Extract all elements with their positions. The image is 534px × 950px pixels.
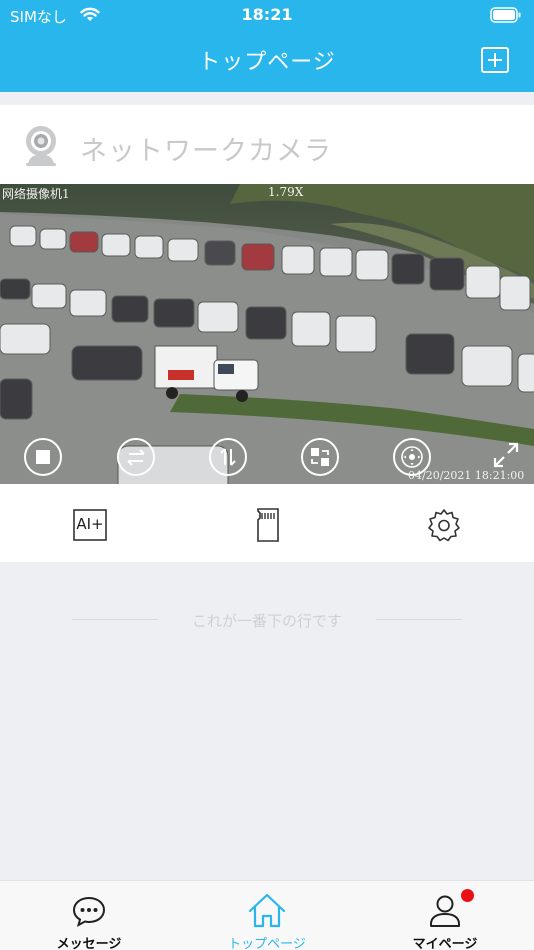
tab-label-messages: メッセージ — [56, 937, 122, 950]
home-icon — [248, 893, 286, 928]
camera-card: ネットワークカメラ 网络摄像机1 1.79X 04/20/2021 18:21:… — [0, 105, 534, 562]
stop-icon — [36, 450, 50, 464]
switch-view-icon — [311, 448, 329, 466]
video-controls — [0, 424, 534, 484]
camera-card-header[interactable]: ネットワークカメラ — [0, 105, 534, 184]
settings-button[interactable] — [426, 507, 462, 543]
gear-icon — [428, 509, 460, 542]
end-of-list-text: これが一番下の行です — [191, 612, 342, 630]
battery-icon — [490, 7, 521, 23]
switch-view-button[interactable] — [301, 438, 339, 476]
sd-card-icon — [257, 508, 279, 542]
tab-label-mypage: マイページ — [412, 937, 478, 950]
camera-actions: AI+ — [0, 484, 534, 562]
divider-left — [72, 619, 158, 620]
swap-vertical-icon — [220, 448, 236, 466]
status-bar: SIMなし 18:21 — [0, 0, 534, 30]
chat-bubble-icon — [72, 896, 106, 927]
status-time: 18:21 — [241, 5, 293, 24]
divider-right — [376, 619, 462, 620]
swap-horizontal-button[interactable] — [117, 438, 155, 476]
live-video[interactable]: 网络摄像机1 1.79X 04/20/2021 18:21:00 — [0, 184, 534, 484]
swap-vertical-button[interactable] — [209, 438, 247, 476]
tab-bar: メッセージ トップページ マイページ — [0, 880, 534, 950]
notification-badge — [461, 889, 474, 902]
stop-button[interactable] — [24, 438, 62, 476]
tab-home[interactable]: トップページ — [178, 881, 356, 950]
swap-horizontal-icon — [127, 449, 145, 466]
tab-label-home: トップページ — [228, 937, 306, 950]
tab-messages[interactable]: メッセージ — [0, 881, 178, 950]
webcam-icon — [26, 126, 56, 166]
ai-plus-label: AI+ — [76, 515, 104, 533]
end-of-list: これが一番下の行です — [0, 610, 534, 631]
ai-plus-button[interactable]: AI+ — [72, 507, 108, 543]
add-device-button[interactable] — [481, 47, 509, 73]
camera-overlay-label: 网络摄像机1 — [2, 187, 70, 201]
camera-name: ネットワークカメラ — [80, 136, 332, 167]
tab-mypage[interactable]: マイページ — [356, 881, 534, 950]
ptz-button[interactable] — [393, 438, 431, 476]
ptz-joystick-icon — [401, 446, 423, 468]
zoom-level: 1.79X — [268, 185, 304, 199]
app-header: SIMなし 18:21 トップページ — [0, 0, 534, 92]
person-icon — [430, 895, 460, 927]
page-title: トップページ — [198, 50, 336, 75]
fullscreen-icon[interactable] — [489, 438, 523, 472]
sd-card-button[interactable] — [250, 507, 286, 543]
